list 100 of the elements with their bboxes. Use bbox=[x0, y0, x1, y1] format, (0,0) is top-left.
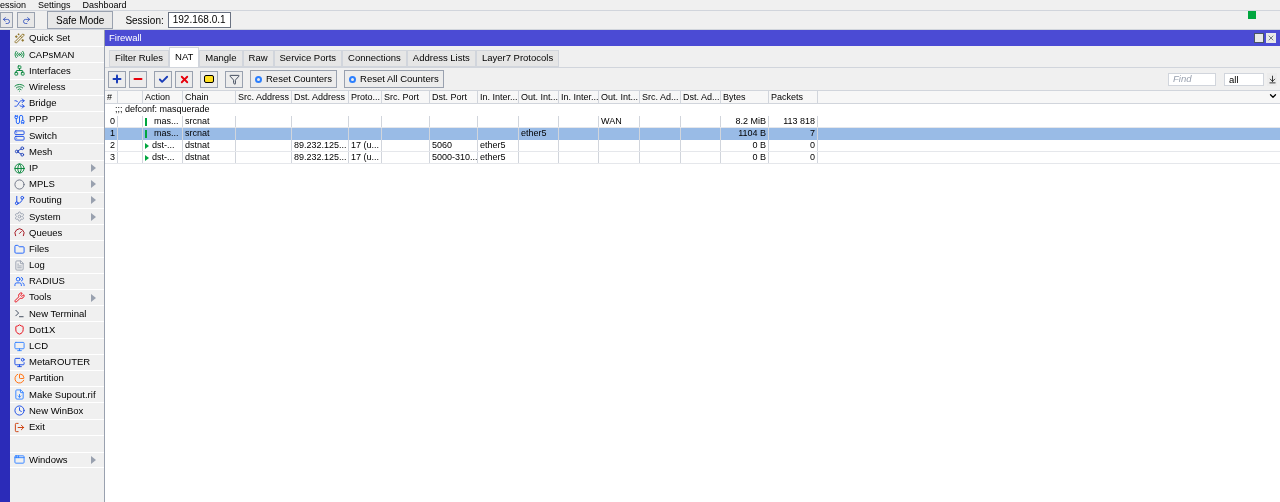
table-cell: 1104 B bbox=[738, 127, 766, 141]
restore-button[interactable] bbox=[1254, 33, 1264, 43]
tab[interactable]: Connections bbox=[342, 50, 407, 67]
column-header[interactable]: Out. Int... bbox=[519, 91, 559, 103]
column-header[interactable]: Dst. Port bbox=[430, 91, 478, 103]
exit-icon bbox=[14, 421, 25, 433]
table-row[interactable]: 2 dst-... dstnat 89.232.125... 17 (u... 5060 ether5 0 B 0 bbox=[105, 140, 1280, 152]
file-icon bbox=[14, 389, 25, 401]
window-title: Firewall bbox=[109, 30, 142, 45]
table-row[interactable]: 3 dst-... dstnat 89.232.125... 17 (u... 5000-310... ether5 0 B 0 bbox=[105, 152, 1280, 164]
wrench-icon bbox=[14, 292, 25, 304]
menu-item[interactable]: Settings bbox=[38, 0, 71, 10]
gear-icon bbox=[14, 211, 25, 223]
column-header[interactable]: Out. Int... bbox=[599, 91, 640, 103]
table-cell-text: 89.232.125... bbox=[294, 150, 347, 164]
table-cell-text: 5060 bbox=[432, 138, 453, 152]
tab[interactable]: Layer7 Protocols bbox=[475, 50, 560, 67]
table-cell-text: mas... bbox=[154, 114, 179, 128]
tab[interactable]: Service Ports bbox=[273, 50, 343, 67]
column-header[interactable]: Packets bbox=[769, 91, 818, 103]
table-cell-text: 0 bbox=[810, 138, 815, 152]
add-button[interactable] bbox=[108, 70, 126, 88]
column-header[interactable]: Bytes bbox=[721, 91, 769, 103]
table-cell: srcnat bbox=[185, 127, 210, 141]
menu-item[interactable]: Dashboard bbox=[82, 0, 127, 10]
tab[interactable]: Raw bbox=[242, 50, 274, 67]
monitor-icon bbox=[14, 356, 25, 368]
column-header[interactable]: Src. Port bbox=[382, 91, 430, 103]
table-cell-text: 89.232.125... bbox=[294, 138, 347, 152]
terminal-icon bbox=[14, 308, 25, 320]
tab[interactable]: Filter Rules bbox=[109, 50, 170, 67]
table-cell: 1 bbox=[110, 127, 115, 141]
comment-button[interactable] bbox=[200, 70, 218, 88]
plus-icon bbox=[111, 73, 123, 85]
sidebar-item[interactable]: IP bbox=[10, 160, 104, 177]
monitor-icon bbox=[14, 340, 25, 352]
table-cell: 7 bbox=[810, 127, 815, 141]
cable-icon bbox=[14, 114, 25, 126]
table-cell-text: 5000-310... bbox=[432, 150, 478, 164]
table-cell-text: 0 B bbox=[752, 138, 766, 152]
column-header[interactable]: In. Inter... bbox=[559, 91, 599, 103]
status-indicator bbox=[1248, 11, 1256, 19]
redo-button[interactable] bbox=[17, 12, 35, 28]
enable-button[interactable] bbox=[154, 70, 172, 88]
column-header[interactable]: Src. Address bbox=[236, 91, 292, 103]
table-cell-text: 17 (u... bbox=[351, 150, 379, 164]
column-header[interactable]: Dst. Ad... bbox=[681, 91, 721, 103]
gauge-icon bbox=[14, 227, 25, 239]
column-header[interactable]: Dst. Address bbox=[292, 91, 349, 103]
session-label: Session: bbox=[125, 13, 164, 28]
undo-arrow-icon bbox=[2, 15, 11, 25]
document-icon bbox=[14, 259, 25, 271]
tab[interactable]: Mangle bbox=[199, 50, 243, 67]
filter-select[interactable]: all bbox=[1224, 72, 1264, 86]
safe-mode-button[interactable]: Safe Mode bbox=[47, 11, 114, 29]
column-header[interactable]: # bbox=[105, 91, 118, 103]
antenna-icon bbox=[14, 49, 25, 61]
table-cell-text: 0 B bbox=[752, 150, 766, 164]
column-header[interactable]: In. Inter... bbox=[478, 91, 519, 103]
column-header[interactable]: Chain bbox=[183, 91, 236, 103]
disable-button[interactable] bbox=[175, 70, 193, 88]
table-row[interactable]: 1 mas... srcnat ether5 1104 B 7 bbox=[105, 128, 1280, 140]
redo-arrow-icon bbox=[21, 15, 31, 25]
session-field[interactable]: 192.168.0.1 bbox=[167, 12, 231, 28]
find-field[interactable]: Find bbox=[1168, 72, 1216, 86]
branch-icon bbox=[14, 194, 25, 206]
sidebar-item[interactable]: Log bbox=[10, 257, 104, 274]
table-cell-text: dstnat bbox=[185, 150, 210, 164]
close-button[interactable] bbox=[1266, 33, 1276, 43]
column-header[interactable]: Proto... bbox=[349, 91, 382, 103]
filter-button[interactable] bbox=[225, 70, 243, 88]
undo-button[interactable] bbox=[0, 12, 13, 28]
table-cell-text: dst-... bbox=[152, 138, 175, 152]
table-cell: ether5 bbox=[521, 127, 547, 141]
columns-dropdown-icon[interactable] bbox=[1268, 91, 1278, 101]
column-header[interactable]: Src. Ad... bbox=[640, 91, 681, 103]
table-cell-text: 17 (u... bbox=[351, 138, 379, 152]
table-cell-text: ether5 bbox=[480, 138, 506, 152]
crossed-arrows-icon bbox=[14, 97, 25, 109]
remove-button[interactable] bbox=[129, 70, 147, 88]
table-cell-text: 8.2 MiB bbox=[735, 114, 766, 128]
menu-item[interactable]: ession bbox=[0, 0, 26, 10]
down-arrow-icon bbox=[1267, 74, 1277, 84]
sidebar-item[interactable]: Switch bbox=[10, 128, 104, 145]
wifi-icon bbox=[14, 81, 25, 93]
tab[interactable]: NAT bbox=[169, 47, 200, 67]
table-cell-text: dst-... bbox=[152, 150, 175, 164]
sidebar-item[interactable]: Windows bbox=[10, 451, 104, 468]
reset-counters-button[interactable]: Reset Counters bbox=[250, 70, 337, 88]
tab[interactable]: Address Lists bbox=[406, 50, 476, 67]
table-cell-text: srcnat bbox=[185, 114, 210, 128]
dropdown-button[interactable] bbox=[1267, 72, 1277, 86]
table-cell: mas... bbox=[154, 127, 179, 141]
column-header[interactable]: Action bbox=[143, 91, 183, 103]
table-cell-text: 2 bbox=[110, 138, 115, 152]
folder-icon bbox=[14, 243, 25, 255]
circle-icon bbox=[14, 178, 25, 190]
filter-icon bbox=[228, 73, 240, 85]
reset-counters-button[interactable]: Reset All Counters bbox=[344, 70, 444, 88]
table-cell-text: WAN bbox=[601, 114, 622, 128]
